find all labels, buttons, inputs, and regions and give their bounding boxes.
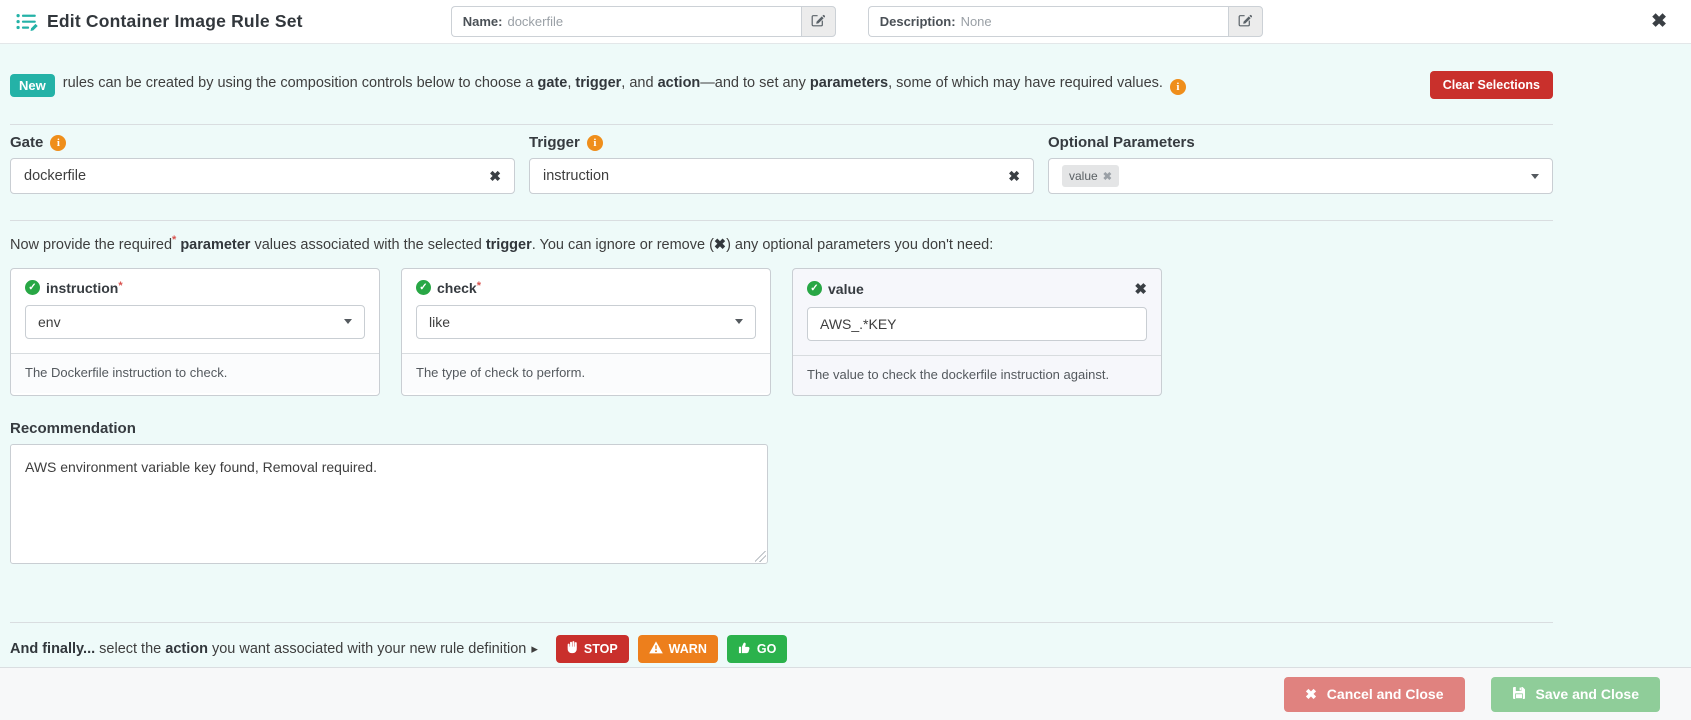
name-field-label: Name: bbox=[462, 14, 503, 29]
modal-header: Edit Container Image Rule Set Name: dock… bbox=[0, 0, 1691, 44]
parameters-intro-text: Now provide the required* parameter valu… bbox=[10, 234, 994, 253]
divider bbox=[10, 124, 1553, 125]
name-field-value: dockerfile bbox=[507, 14, 564, 29]
new-badge: New bbox=[10, 73, 55, 97]
description-field-group: Description: None bbox=[867, 6, 1263, 37]
gate-column: Gate i dockerfile ✖ bbox=[10, 134, 515, 194]
gate-select-value: dockerfile bbox=[24, 168, 87, 184]
close-icon[interactable]: ✖ bbox=[1651, 12, 1667, 31]
cancel-and-close-button[interactable]: ✖ Cancel and Close bbox=[1284, 676, 1465, 712]
optional-parameters-label: Optional Parameters bbox=[1048, 134, 1195, 151]
required-asterisk: * bbox=[172, 234, 177, 246]
info-icon: i bbox=[1169, 79, 1186, 95]
chevron-down-icon bbox=[735, 319, 743, 325]
gate-label: Gate i bbox=[10, 134, 515, 151]
page-title: Edit Container Image Rule Set bbox=[47, 11, 303, 31]
action-row-text: And finally... select the action you wan… bbox=[10, 640, 527, 657]
card-title: ✓ instruction * bbox=[25, 280, 365, 296]
gate-select[interactable]: dockerfile ✖ bbox=[10, 158, 515, 194]
recommendation-label: Recommendation bbox=[10, 419, 136, 437]
required-asterisk: * bbox=[118, 279, 123, 292]
card-title: ✓ value ✖ bbox=[807, 280, 1147, 298]
divider bbox=[10, 621, 1553, 623]
optional-parameters-column: Optional Parameters value ✖ bbox=[1048, 134, 1553, 194]
info-icon: i bbox=[50, 134, 67, 151]
intro-banner: New rules can be created by using the co… bbox=[10, 71, 1553, 99]
pencil-square-icon bbox=[1238, 13, 1253, 30]
go-action-button[interactable]: GO bbox=[726, 634, 788, 663]
composition-controls: Gate i dockerfile ✖ Trigger i instructio… bbox=[10, 134, 1553, 194]
remove-parameter-icon[interactable]: ✖ bbox=[1134, 280, 1147, 298]
instruction-select-value: env bbox=[38, 313, 61, 330]
save-and-close-button[interactable]: Save and Close bbox=[1490, 676, 1660, 712]
parameter-tag: value ✖ bbox=[1062, 165, 1119, 187]
check-circle-icon: ✓ bbox=[807, 281, 822, 297]
check-select-value: like bbox=[429, 313, 451, 330]
trigger-select-value: instruction bbox=[543, 168, 610, 184]
recommendation-textarea[interactable]: AWS environment variable key found, Remo… bbox=[10, 443, 768, 564]
parameter-cards: ✓ instruction * env The Dockerfile instr… bbox=[10, 267, 1553, 396]
parameter-card-instruction: ✓ instruction * env The Dockerfile instr… bbox=[10, 267, 380, 396]
clear-gate-icon[interactable]: ✖ bbox=[489, 168, 501, 185]
trigger-select[interactable]: instruction ✖ bbox=[529, 158, 1034, 194]
edit-name-button[interactable] bbox=[800, 6, 836, 37]
save-disk-icon bbox=[1512, 686, 1526, 703]
card-help-text: The Dockerfile instruction to check. bbox=[11, 352, 379, 393]
remove-tag-icon[interactable]: ✖ bbox=[1103, 170, 1112, 183]
card-help-text: The type of check to perform. bbox=[402, 352, 770, 393]
edit-description-button[interactable] bbox=[1227, 6, 1263, 37]
rule-set-edit-icon bbox=[16, 12, 38, 32]
hand-stop-icon bbox=[567, 640, 578, 657]
pointer-icon: ▸ bbox=[531, 640, 538, 656]
clear-trigger-icon[interactable]: ✖ bbox=[1008, 168, 1020, 185]
optional-parameters-multiselect[interactable]: value ✖ bbox=[1048, 158, 1553, 194]
action-row: And finally... select the action you wan… bbox=[10, 634, 1553, 663]
parameter-tag-label: value bbox=[1069, 169, 1098, 183]
trigger-column: Trigger i instruction ✖ bbox=[529, 134, 1034, 194]
warn-action-button[interactable]: WARN bbox=[637, 634, 718, 663]
modal-footer: ✖ Cancel and Close Save and Close bbox=[0, 667, 1691, 720]
chevron-down-icon bbox=[1531, 173, 1539, 179]
clear-selections-button[interactable]: Clear Selections bbox=[1429, 71, 1553, 99]
resize-handle[interactable] bbox=[755, 550, 766, 562]
stop-action-button[interactable]: STOP bbox=[555, 634, 629, 663]
instruction-select[interactable]: env bbox=[25, 304, 365, 339]
warning-triangle-icon bbox=[648, 641, 663, 657]
check-select[interactable]: like bbox=[416, 304, 756, 339]
card-title: ✓ check * bbox=[416, 280, 756, 296]
pencil-square-icon bbox=[811, 13, 826, 30]
required-asterisk: * bbox=[476, 279, 481, 292]
name-field[interactable]: Name: dockerfile bbox=[450, 6, 801, 37]
modal-body: New rules can be created by using the co… bbox=[0, 44, 1691, 667]
description-field[interactable]: Description: None bbox=[867, 6, 1228, 37]
chevron-down-icon bbox=[344, 319, 352, 325]
check-circle-icon: ✓ bbox=[25, 280, 40, 296]
name-field-group: Name: dockerfile bbox=[450, 6, 836, 37]
description-field-value: None bbox=[960, 14, 992, 29]
parameter-card-check: ✓ check * like The type of check to perf… bbox=[401, 267, 771, 396]
info-icon: i bbox=[586, 134, 603, 151]
trigger-label: Trigger i bbox=[529, 134, 1034, 151]
check-circle-icon: ✓ bbox=[416, 280, 431, 296]
banner-text: rules can be created by using the compos… bbox=[63, 75, 1186, 95]
parameter-card-value: ✓ value ✖ The value to check the dockerf… bbox=[792, 267, 1162, 396]
divider bbox=[10, 220, 1553, 221]
cancel-x-icon: ✖ bbox=[1305, 685, 1317, 702]
card-help-text: The value to check the dockerfile instru… bbox=[793, 354, 1161, 395]
value-input[interactable] bbox=[807, 306, 1147, 341]
description-field-label: Description: bbox=[879, 14, 956, 29]
thumbs-up-icon bbox=[738, 641, 751, 657]
